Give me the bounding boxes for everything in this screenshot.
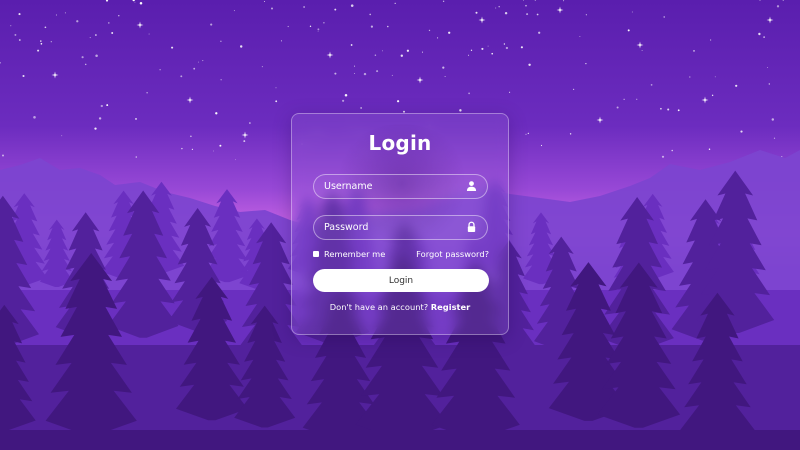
username-input[interactable] xyxy=(324,175,459,197)
register-prompt: Don't have an account? xyxy=(329,302,429,312)
remember-me-label: Remember me xyxy=(324,249,386,259)
user-icon xyxy=(466,181,477,192)
remember-me[interactable]: Remember me xyxy=(313,249,385,259)
login-card: Login Remember me Forgot password? Login xyxy=(291,113,509,335)
register-link[interactable]: Register xyxy=(431,302,470,312)
login-page: Login Remember me Forgot password? Login xyxy=(0,0,800,450)
register-row: Don't have an account? Register xyxy=(292,302,508,312)
lock-icon xyxy=(467,221,476,233)
username-field[interactable] xyxy=(313,174,488,199)
forgot-password-link[interactable]: Forgot password? xyxy=(416,249,489,259)
login-button[interactable]: Login xyxy=(313,269,489,292)
password-input[interactable] xyxy=(324,216,459,238)
login-title: Login xyxy=(368,131,432,155)
password-field[interactable] xyxy=(313,215,488,240)
options-row: Remember me Forgot password? xyxy=(313,249,489,263)
checkbox-icon[interactable] xyxy=(313,251,319,257)
